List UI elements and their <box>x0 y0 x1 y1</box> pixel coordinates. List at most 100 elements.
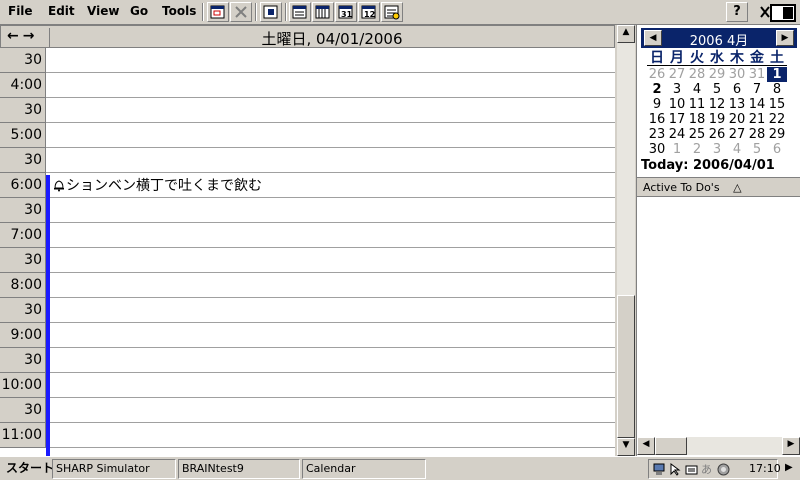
calendar-day[interactable]: 4 <box>727 142 747 157</box>
calendar-day[interactable]: 7 <box>747 82 767 97</box>
hour-row[interactable]: 11:00 <box>0 423 615 448</box>
time-slot[interactable] <box>48 423 615 448</box>
calendar-day-selected[interactable]: 1 <box>767 67 787 82</box>
calendar-day[interactable]: 5 <box>747 142 767 157</box>
hour-row[interactable]: 30 <box>0 198 615 223</box>
previous-day-icon[interactable]: ← <box>7 28 23 44</box>
task-sharp-simulator[interactable]: SHARP Simulator <box>52 459 176 479</box>
menu-go[interactable]: Go <box>130 4 148 18</box>
week-view-button[interactable] <box>312 2 334 22</box>
hour-row[interactable]: 30 <box>0 148 615 173</box>
scroll-right-button[interactable]: ▶ <box>782 437 800 455</box>
hour-row[interactable]: 30 <box>0 298 615 323</box>
agenda-view-button[interactable] <box>381 2 403 22</box>
calendar-day[interactable]: 11 <box>687 97 707 112</box>
prev-month-button[interactable]: ◀ <box>644 30 662 46</box>
calendar-day[interactable]: 1 <box>667 142 687 157</box>
calendar-day[interactable]: 29 <box>707 67 727 82</box>
scroll-up-button[interactable]: ▲ <box>617 25 635 43</box>
hour-row[interactable]: 30 <box>0 348 615 373</box>
cursor-icon[interactable] <box>669 463 682 476</box>
menu-view[interactable]: View <box>87 4 119 18</box>
time-slot[interactable] <box>48 123 615 148</box>
hour-row[interactable]: 8:00 <box>0 273 615 298</box>
todo-header[interactable]: Active To Do's △ <box>637 177 800 197</box>
year-view-button[interactable]: 12 <box>358 2 380 22</box>
keyboard-icon[interactable] <box>685 463 698 476</box>
day-grid[interactable]: 30 4:00 30 5:00 30 6:00 30 7:00 30 8:00 30 9:00 30 10… <box>0 48 615 456</box>
help-button[interactable]: ? <box>726 2 748 22</box>
today-link[interactable]: Today: 2006/04/01 <box>641 158 775 173</box>
task-calendar[interactable]: Calendar <box>302 459 426 479</box>
calendar-day[interactable]: 21 <box>747 112 767 127</box>
month-view-button[interactable]: 31 <box>335 2 357 22</box>
appointment[interactable]: ションベン横丁で吐くまで飲む <box>52 176 262 196</box>
calendar-day[interactable]: 30 <box>727 67 747 82</box>
calendar-day[interactable]: 3 <box>707 142 727 157</box>
calendar-day[interactable]: 6 <box>727 82 747 97</box>
time-slot[interactable] <box>48 148 615 173</box>
hour-row[interactable]: 30 <box>0 398 615 423</box>
hour-row[interactable]: 30 <box>0 248 615 273</box>
menu-file[interactable]: File <box>8 4 33 18</box>
todo-horizontal-scrollbar[interactable]: ◀ ▶ <box>637 437 800 455</box>
time-slot[interactable] <box>48 323 615 348</box>
calendar-day[interactable]: 10 <box>667 97 687 112</box>
calendar-day[interactable]: 26 <box>647 67 667 82</box>
next-month-button[interactable]: ▶ <box>776 30 794 46</box>
calendar-day[interactable]: 28 <box>687 67 707 82</box>
delete-button[interactable] <box>230 2 252 22</box>
start-button[interactable]: スタート <box>2 459 58 479</box>
calendar-day[interactable]: 4 <box>687 82 707 97</box>
calendar-day[interactable]: 14 <box>747 97 767 112</box>
new-appointment-button[interactable] <box>207 2 229 22</box>
calendar-day[interactable]: 20 <box>727 112 747 127</box>
hour-row[interactable]: 30 <box>0 48 615 73</box>
scroll-thumb[interactable] <box>617 295 635 438</box>
calendar-day[interactable]: 27 <box>667 67 687 82</box>
calendar-day[interactable]: 13 <box>727 97 747 112</box>
time-slot[interactable] <box>48 223 615 248</box>
hour-row[interactable]: 9:00 <box>0 323 615 348</box>
time-slot[interactable] <box>48 48 615 73</box>
calendar-day[interactable]: 9 <box>647 97 667 112</box>
time-slot[interactable] <box>48 298 615 323</box>
time-slot[interactable] <box>48 198 615 223</box>
calendar-day[interactable]: 6 <box>767 142 787 157</box>
power-icon[interactable] <box>717 463 730 476</box>
calendar-day[interactable]: 15 <box>767 97 787 112</box>
network-icon[interactable] <box>653 463 666 476</box>
time-slot[interactable] <box>48 348 615 373</box>
calendar-day[interactable]: 22 <box>767 112 787 127</box>
menu-edit[interactable]: Edit <box>48 4 75 18</box>
clock[interactable]: 17:10 <box>749 462 781 475</box>
hour-row[interactable]: 4:00 <box>0 73 615 98</box>
time-slot[interactable] <box>48 373 615 398</box>
calendar-day[interactable]: 19 <box>707 112 727 127</box>
time-slot[interactable] <box>48 273 615 298</box>
calendar-day[interactable]: 18 <box>687 112 707 127</box>
calendar-day[interactable]: 28 <box>747 127 767 142</box>
next-day-icon[interactable]: → <box>23 28 39 44</box>
calendar-day[interactable]: 2 <box>647 82 667 97</box>
calendar-day[interactable]: 5 <box>707 82 727 97</box>
menu-tools[interactable]: Tools <box>162 4 196 18</box>
calendar-day[interactable]: 17 <box>667 112 687 127</box>
hour-row[interactable]: 7:00 <box>0 223 615 248</box>
calendar-day[interactable]: 3 <box>667 82 687 97</box>
calendar-day[interactable]: 26 <box>707 127 727 142</box>
taskbar-arrow-icon[interactable]: ▶ <box>785 462 793 473</box>
close-window-button[interactable] <box>757 2 797 22</box>
calendar-day[interactable]: 31 <box>747 67 767 82</box>
scroll-left-button[interactable]: ◀ <box>637 437 655 455</box>
calendar-day[interactable]: 27 <box>727 127 747 142</box>
day-vertical-scrollbar[interactable]: ▲ ▼ <box>617 25 635 456</box>
calendar-day[interactable]: 16 <box>647 112 667 127</box>
calendar-day[interactable]: 25 <box>687 127 707 142</box>
calendar-day[interactable]: 24 <box>667 127 687 142</box>
ime-icon[interactable]: あ <box>701 461 714 476</box>
day-nav-arrows[interactable]: ←→ <box>7 28 38 44</box>
calendar-day[interactable]: 23 <box>647 127 667 142</box>
hour-row[interactable]: 30 <box>0 98 615 123</box>
time-slot[interactable] <box>48 248 615 273</box>
